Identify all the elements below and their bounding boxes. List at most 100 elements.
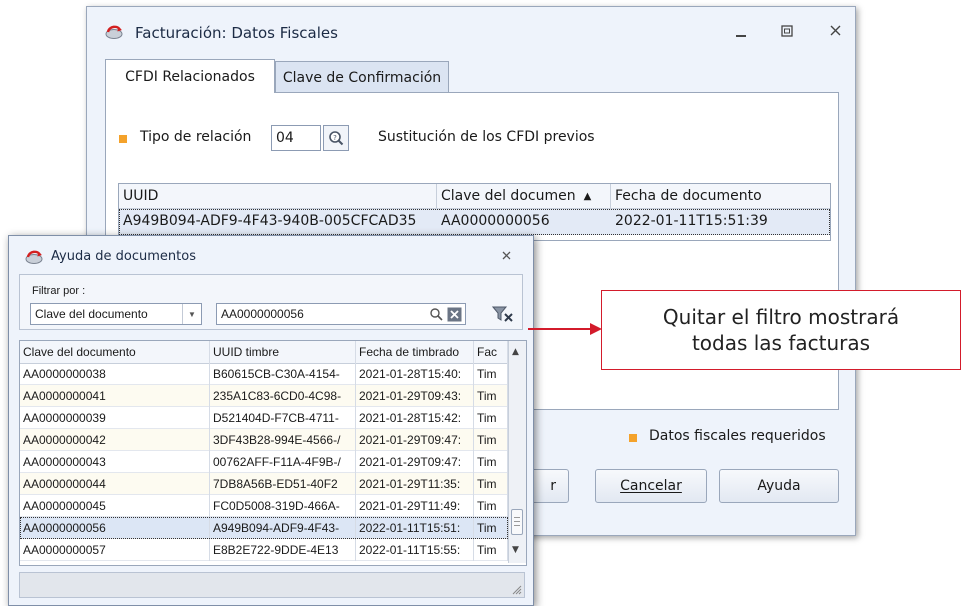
cell-uuid-timbre: 00762AFF-F11A-4F9B-/ — [210, 451, 356, 473]
minimize-icon[interactable] — [735, 27, 747, 42]
required-marker-icon — [629, 434, 637, 442]
cell-uuid-timbre: B60615CB-C30A-4154- — [210, 363, 356, 385]
column-header-clave[interactable]: Clave del documen ▲ — [437, 184, 611, 208]
clear-x-icon[interactable] — [447, 307, 462, 322]
document-help-dialog: Ayuda de documentos Filtrar por : Clave … — [8, 235, 534, 606]
cell-uuid-timbre: 3DF43B28-994E-4566-/ — [210, 429, 356, 451]
callout-line-1: Quitar el filtro mostrará — [662, 305, 900, 329]
tab-clave-confirmacion[interactable]: Clave de Confirmación — [275, 61, 449, 93]
column-header-uuid-timbre[interactable]: UUID timbre — [210, 341, 356, 363]
chevron-down-icon: ▼ — [182, 304, 201, 324]
cell-fac: Tim — [474, 451, 508, 473]
search-icon[interactable] — [429, 307, 443, 321]
accept-button-label: r — [550, 478, 556, 494]
table-row[interactable]: AA0000000045 FC0D5008-319D-466A- 2021-01-2… — [20, 495, 508, 517]
cell-fac: Tim — [474, 495, 508, 517]
table-row[interactable]: AA0000000042 3DF43B28-994E-4566-/2021-01-… — [20, 429, 508, 451]
vertical-scrollbar[interactable]: ▲ ▼ — [508, 341, 526, 563]
cell-clave-documento: AA0000000039 — [20, 407, 210, 429]
table-row[interactable]: AA0000000044 7DB8A56B-ED51-40F2 2021-01-29… — [20, 473, 508, 495]
cell-fecha-timbrado: 2022-01-11T15:55: — [356, 539, 474, 561]
table-row[interactable]: AA0000000057 E8B2E722-9DDE-4E13 2022-01-11… — [20, 539, 508, 561]
sort-ascending-icon: ▲ — [583, 190, 592, 202]
filter-label: Filtrar por : — [32, 285, 86, 297]
required-marker-icon — [119, 135, 127, 143]
column-header-uuid[interactable]: UUID — [119, 184, 437, 208]
table-row[interactable]: AA0000000039 D521404D-F7CB-4711- 2021-01-2… — [20, 407, 508, 429]
cell-fecha-timbrado: 2021-01-28T15:40: — [356, 363, 474, 385]
cell-clave-documento: AA0000000043 — [20, 451, 210, 473]
filter-field-value: Clave del documento — [35, 307, 148, 321]
cfdi-grid: UUID Clave del documen ▲ Fecha de docume… — [118, 183, 831, 241]
table-row[interactable]: AA0000000043 00762AFF-F11A-4F9B-/2021-01-… — [20, 451, 508, 473]
cell-fecha-timbrado: 2021-01-29T11:35: — [356, 473, 474, 495]
close-icon[interactable] — [829, 24, 842, 40]
help-button[interactable]: Ayuda — [719, 469, 839, 503]
cell-clave-documento: AA0000000041 — [20, 385, 210, 407]
tab-cfdi-relacionados[interactable]: CFDI Relacionados — [105, 59, 275, 93]
cell-uuid: A949B094-ADF9-4F43-940B-005CFCAD35 — [123, 213, 417, 229]
cell-uuid-timbre: D521404D-F7CB-4711- — [210, 407, 356, 429]
cell-clave-documento: AA0000000044 — [20, 473, 210, 495]
cell-fac: Tim — [474, 539, 508, 561]
scroll-up-icon[interactable]: ▲ — [512, 347, 519, 357]
table-row[interactable]: AA0000000038 B60615CB-C30A-4154- 2021-01-2… — [20, 363, 508, 385]
column-header-fecha[interactable]: Fecha de documento — [611, 184, 830, 208]
filter-value-input[interactable]: AA0000000056 — [216, 303, 466, 325]
table-row[interactable]: A949B094-ADF9-4F43-940B-005CFCAD35 AA000… — [119, 209, 830, 235]
filter-remove-icon — [492, 306, 513, 322]
column-header-clave-label: Clave del documen — [441, 188, 576, 204]
maximize-icon[interactable] — [781, 25, 793, 40]
annotation-callout: Quitar el filtro mostrará todas las fact… — [601, 290, 961, 370]
cell-fecha-timbrado: 2021-01-29T09:47: — [356, 451, 474, 473]
table-row[interactable]: AA0000000056 A949B094-ADF9-4F43- 2022-01-1… — [20, 517, 508, 539]
filter-panel: Filtrar por : Clave del documento ▼ AA00… — [19, 274, 523, 330]
filter-field-select[interactable]: Clave del documento ▼ — [30, 303, 202, 325]
table-row[interactable]: AA0000000041 235A1C83-6CD0-4C98- 2021-01-2… — [20, 385, 508, 407]
scroll-thumb[interactable] — [511, 509, 523, 535]
close-icon[interactable] — [501, 250, 512, 264]
cell-uuid-timbre: 235A1C83-6CD0-4C98- — [210, 385, 356, 407]
cancel-button[interactable]: Cancelar — [595, 469, 707, 503]
app-icon — [25, 250, 43, 264]
grid-header: UUID Clave del documen ▲ Fecha de docume… — [119, 184, 830, 209]
column-header-fac[interactable]: Fac — [474, 341, 508, 363]
cell-fac: Tim — [474, 385, 508, 407]
column-header-clave-documento[interactable]: Clave del documento — [20, 341, 210, 363]
search-icon: ? — [329, 131, 344, 146]
cell-fac: Tim — [474, 407, 508, 429]
cell-uuid-timbre: FC0D5008-319D-466A- — [210, 495, 356, 517]
document-grid: Clave del documento UUID timbre Fecha de… — [19, 340, 527, 566]
tipo-relacion-input[interactable]: 04 — [271, 125, 321, 151]
column-header-fecha-timbrado[interactable]: Fecha de timbrado — [356, 341, 474, 363]
cell-fac: Tim — [474, 363, 508, 385]
svg-text:?: ? — [333, 134, 337, 142]
callout-arrow — [528, 323, 602, 335]
remove-filter-button[interactable] — [490, 303, 516, 325]
cell-fac: Tim — [474, 473, 508, 495]
cell-fecha: 2022-01-11T15:51:39 — [615, 213, 768, 229]
lookup-button[interactable]: ? — [323, 125, 349, 151]
cell-fecha-timbrado: 2022-01-11T15:51: — [356, 517, 474, 539]
tipo-relacion-description: Sustitución de los CFDI previos — [378, 129, 595, 145]
cell-fac: Tim — [474, 517, 508, 539]
cell-uuid-timbre: 7DB8A56B-ED51-40F2 — [210, 473, 356, 495]
scroll-down-icon[interactable]: ▼ — [512, 545, 519, 555]
cell-clave: AA0000000056 — [441, 213, 550, 229]
app-icon — [105, 25, 123, 39]
window-title: Facturación: Datos Fiscales — [135, 24, 338, 42]
callout-line-2: todas las facturas — [691, 331, 871, 355]
cell-clave-documento: AA0000000057 — [20, 539, 210, 561]
cell-clave-documento: AA0000000056 — [20, 517, 210, 539]
cell-fac: Tim — [474, 429, 508, 451]
dialog-title: Ayuda de documentos — [51, 249, 196, 264]
grid-header: Clave del documento UUID timbre Fecha de… — [20, 341, 508, 364]
resize-grip-icon[interactable] — [510, 583, 522, 595]
tipo-relacion-label: Tipo de relación — [140, 129, 252, 145]
cell-fecha-timbrado: 2021-01-29T11:49: — [356, 495, 474, 517]
cell-fecha-timbrado: 2021-01-29T09:43: — [356, 385, 474, 407]
required-fields-note: Datos fiscales requeridos — [649, 428, 826, 444]
cancel-button-label: Cancelar — [620, 478, 682, 494]
cell-uuid-timbre: A949B094-ADF9-4F43- — [210, 517, 356, 539]
cell-clave-documento: AA0000000038 — [20, 363, 210, 385]
